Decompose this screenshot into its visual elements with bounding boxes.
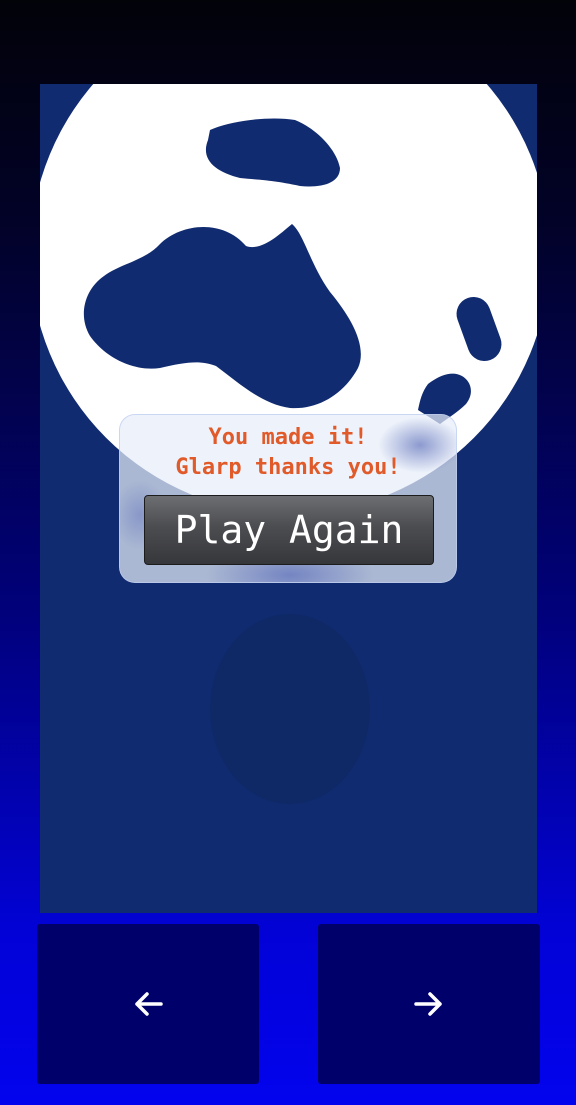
win-dialog: You made it! Glarp thanks you! Play Agai… bbox=[119, 414, 457, 583]
left-arrow-button[interactable] bbox=[37, 924, 259, 1084]
faint-silhouette bbox=[210, 614, 370, 804]
arrow-left-icon bbox=[135, 992, 163, 1016]
arrow-right-icon bbox=[414, 992, 442, 1016]
right-arrow-button[interactable] bbox=[318, 924, 540, 1084]
win-message: You made it! Glarp thanks you! bbox=[120, 423, 456, 483]
game-screen: { "dialog": { "message_line1": "You made… bbox=[0, 0, 576, 1105]
play-again-button[interactable]: Play Again bbox=[144, 495, 434, 565]
win-message-line2: Glarp thanks you! bbox=[175, 455, 401, 480]
win-message-line1: You made it! bbox=[208, 425, 368, 450]
